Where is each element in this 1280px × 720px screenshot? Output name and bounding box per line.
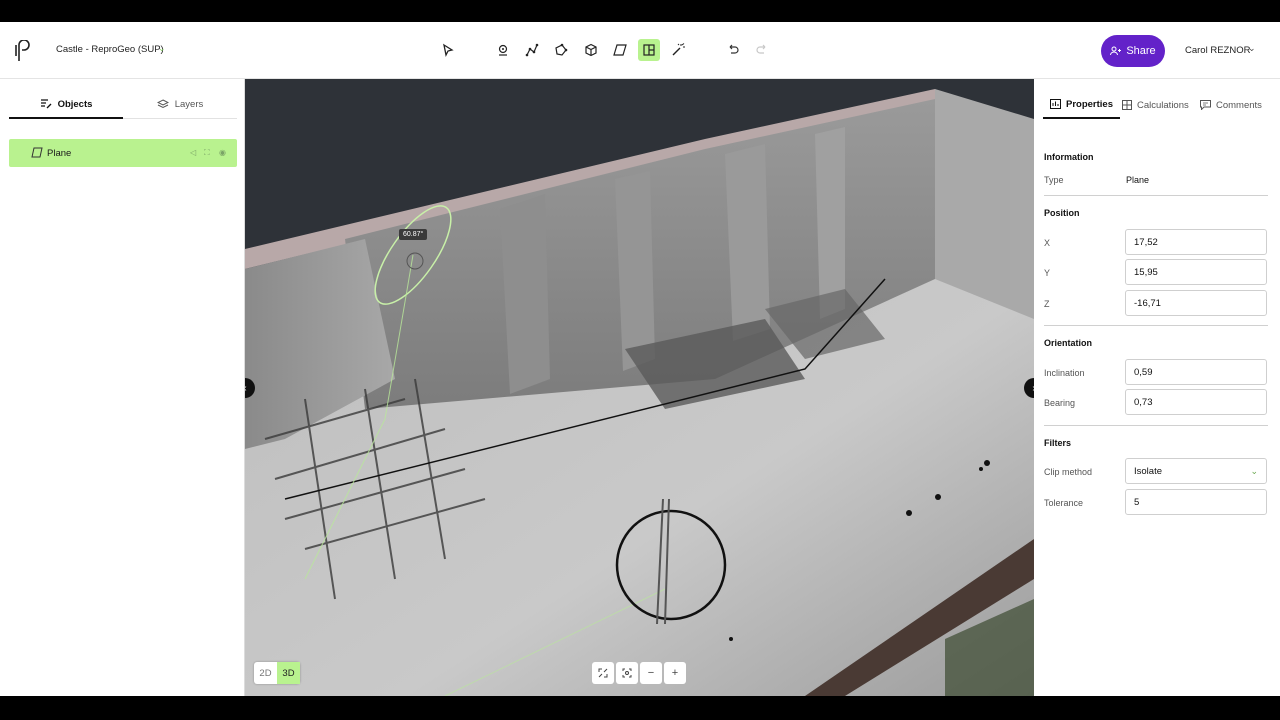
clip-plane-icon[interactable] (638, 39, 660, 61)
inclination-value: 0,59 (1134, 366, 1153, 378)
focus-icon[interactable]: ◁ (190, 148, 196, 157)
divider (1044, 425, 1268, 426)
x-field[interactable]: 17,52 (1125, 229, 1267, 255)
tab-comments-label: Comments (1216, 99, 1262, 111)
layers-icon (156, 99, 169, 109)
clip-method-value: Isolate (1134, 465, 1162, 477)
top-bar: Castle - ReproGeo (SUP) ⌄ Share Carol RE… (0, 22, 1280, 79)
share-button[interactable]: Share (1101, 35, 1165, 67)
redo-icon[interactable] (751, 39, 773, 61)
share-users-icon (1110, 46, 1122, 56)
point-icon[interactable] (492, 39, 514, 61)
zoom-out-button[interactable]: − (640, 662, 662, 684)
divider (1044, 195, 1268, 196)
type-label: Type (1044, 175, 1064, 185)
user-name[interactable]: Carol REZNOR (1185, 45, 1250, 56)
3d-viewport[interactable]: 60.87° ‹ › 2D 3D − + (245, 79, 1034, 696)
x-value: 17,52 (1134, 236, 1158, 248)
chevron-down-icon[interactable]: ⌄ (158, 43, 166, 54)
select-icon[interactable] (437, 39, 459, 61)
tab-properties[interactable]: Properties (1043, 91, 1120, 119)
mode-2d-button[interactable]: 2D (254, 662, 277, 684)
zoom-in-button[interactable]: + (664, 662, 686, 684)
position-heading: Position (1044, 208, 1080, 218)
chevron-down-icon: ⌄ (1250, 466, 1258, 476)
undo-icon[interactable] (722, 39, 744, 61)
bar-chart-icon (1050, 99, 1061, 109)
bearing-field[interactable]: 0,73 (1125, 389, 1267, 415)
zoom-controls: − + (592, 662, 686, 684)
comment-icon (1200, 100, 1211, 110)
tab-objects[interactable]: Objects (9, 91, 123, 119)
tab-calculations[interactable]: Calculations (1122, 91, 1189, 119)
z-value: -16,71 (1134, 297, 1161, 309)
mode-3d-button[interactable]: 3D (277, 662, 300, 684)
point-cloud-render[interactable] (245, 79, 1034, 696)
x-label: X (1044, 238, 1051, 248)
z-label: Z (1044, 299, 1050, 309)
chevron-down-icon[interactable]: ⌄ (1248, 43, 1256, 54)
angle-readout: 60.87° (399, 229, 428, 240)
tab-calculations-label: Calculations (1137, 99, 1189, 111)
tolerance-field[interactable]: 5 (1125, 489, 1267, 515)
y-field[interactable]: 15,95 (1125, 259, 1267, 285)
tab-objects-label: Objects (57, 98, 93, 110)
plane-icon[interactable] (609, 39, 631, 61)
share-label: Share (1126, 45, 1156, 57)
y-label: Y (1044, 268, 1051, 278)
tab-layers[interactable]: Layers (123, 91, 237, 119)
clip-method-select[interactable]: Isolate ⌄ (1125, 458, 1267, 484)
fit-icon[interactable] (616, 662, 638, 684)
tolerance-label: Tolerance (1044, 498, 1084, 508)
plane-icon (31, 147, 43, 158)
y-value: 15,95 (1134, 266, 1158, 278)
properties-panel: Properties Calculations Comments Informa… (1034, 79, 1280, 696)
app-window: Castle - ReproGeo (SUP) ⌄ Share Carol RE… (0, 22, 1280, 696)
bearing-label: Bearing (1044, 398, 1076, 408)
information-heading: Information (1044, 152, 1094, 162)
z-field[interactable]: -16,71 (1125, 290, 1267, 316)
polyline-icon[interactable] (521, 39, 543, 61)
project-title[interactable]: Castle - ReproGeo (SUP) (56, 44, 164, 55)
object-list-item[interactable]: Plane ◁ ⛶ ◉ (9, 139, 237, 167)
bearing-value: 0,73 (1134, 396, 1153, 408)
clip-method-label: Clip method (1044, 467, 1093, 477)
polygon-icon[interactable] (550, 39, 572, 61)
tolerance-value: 5 (1134, 496, 1140, 508)
divider (1044, 325, 1268, 326)
orientation-heading: Orientation (1044, 338, 1093, 348)
frame-icon[interactable]: ⛶ (204, 148, 210, 158)
tab-properties-label: Properties (1066, 98, 1113, 110)
app-logo-icon[interactable] (14, 40, 32, 62)
magic-wand-icon[interactable] (667, 39, 689, 61)
left-panel: Objects Layers Plane ◁ ⛶ ◉ (0, 79, 245, 696)
tab-comments[interactable]: Comments (1200, 91, 1262, 119)
visibility-icon[interactable]: ◉ (219, 148, 226, 157)
tab-layers-label: Layers (174, 99, 204, 110)
objects-list-icon (40, 99, 52, 109)
fullscreen-icon[interactable] (592, 662, 614, 684)
calculator-icon (1122, 100, 1132, 110)
inclination-label: Inclination (1044, 368, 1085, 378)
object-name: Plane (47, 147, 72, 159)
filters-heading: Filters (1044, 438, 1072, 448)
view-mode-switch: 2D 3D (254, 662, 300, 684)
type-value: Plane (1126, 175, 1150, 185)
box-icon[interactable] (580, 39, 602, 61)
inclination-field[interactable]: 0,59 (1125, 359, 1267, 385)
